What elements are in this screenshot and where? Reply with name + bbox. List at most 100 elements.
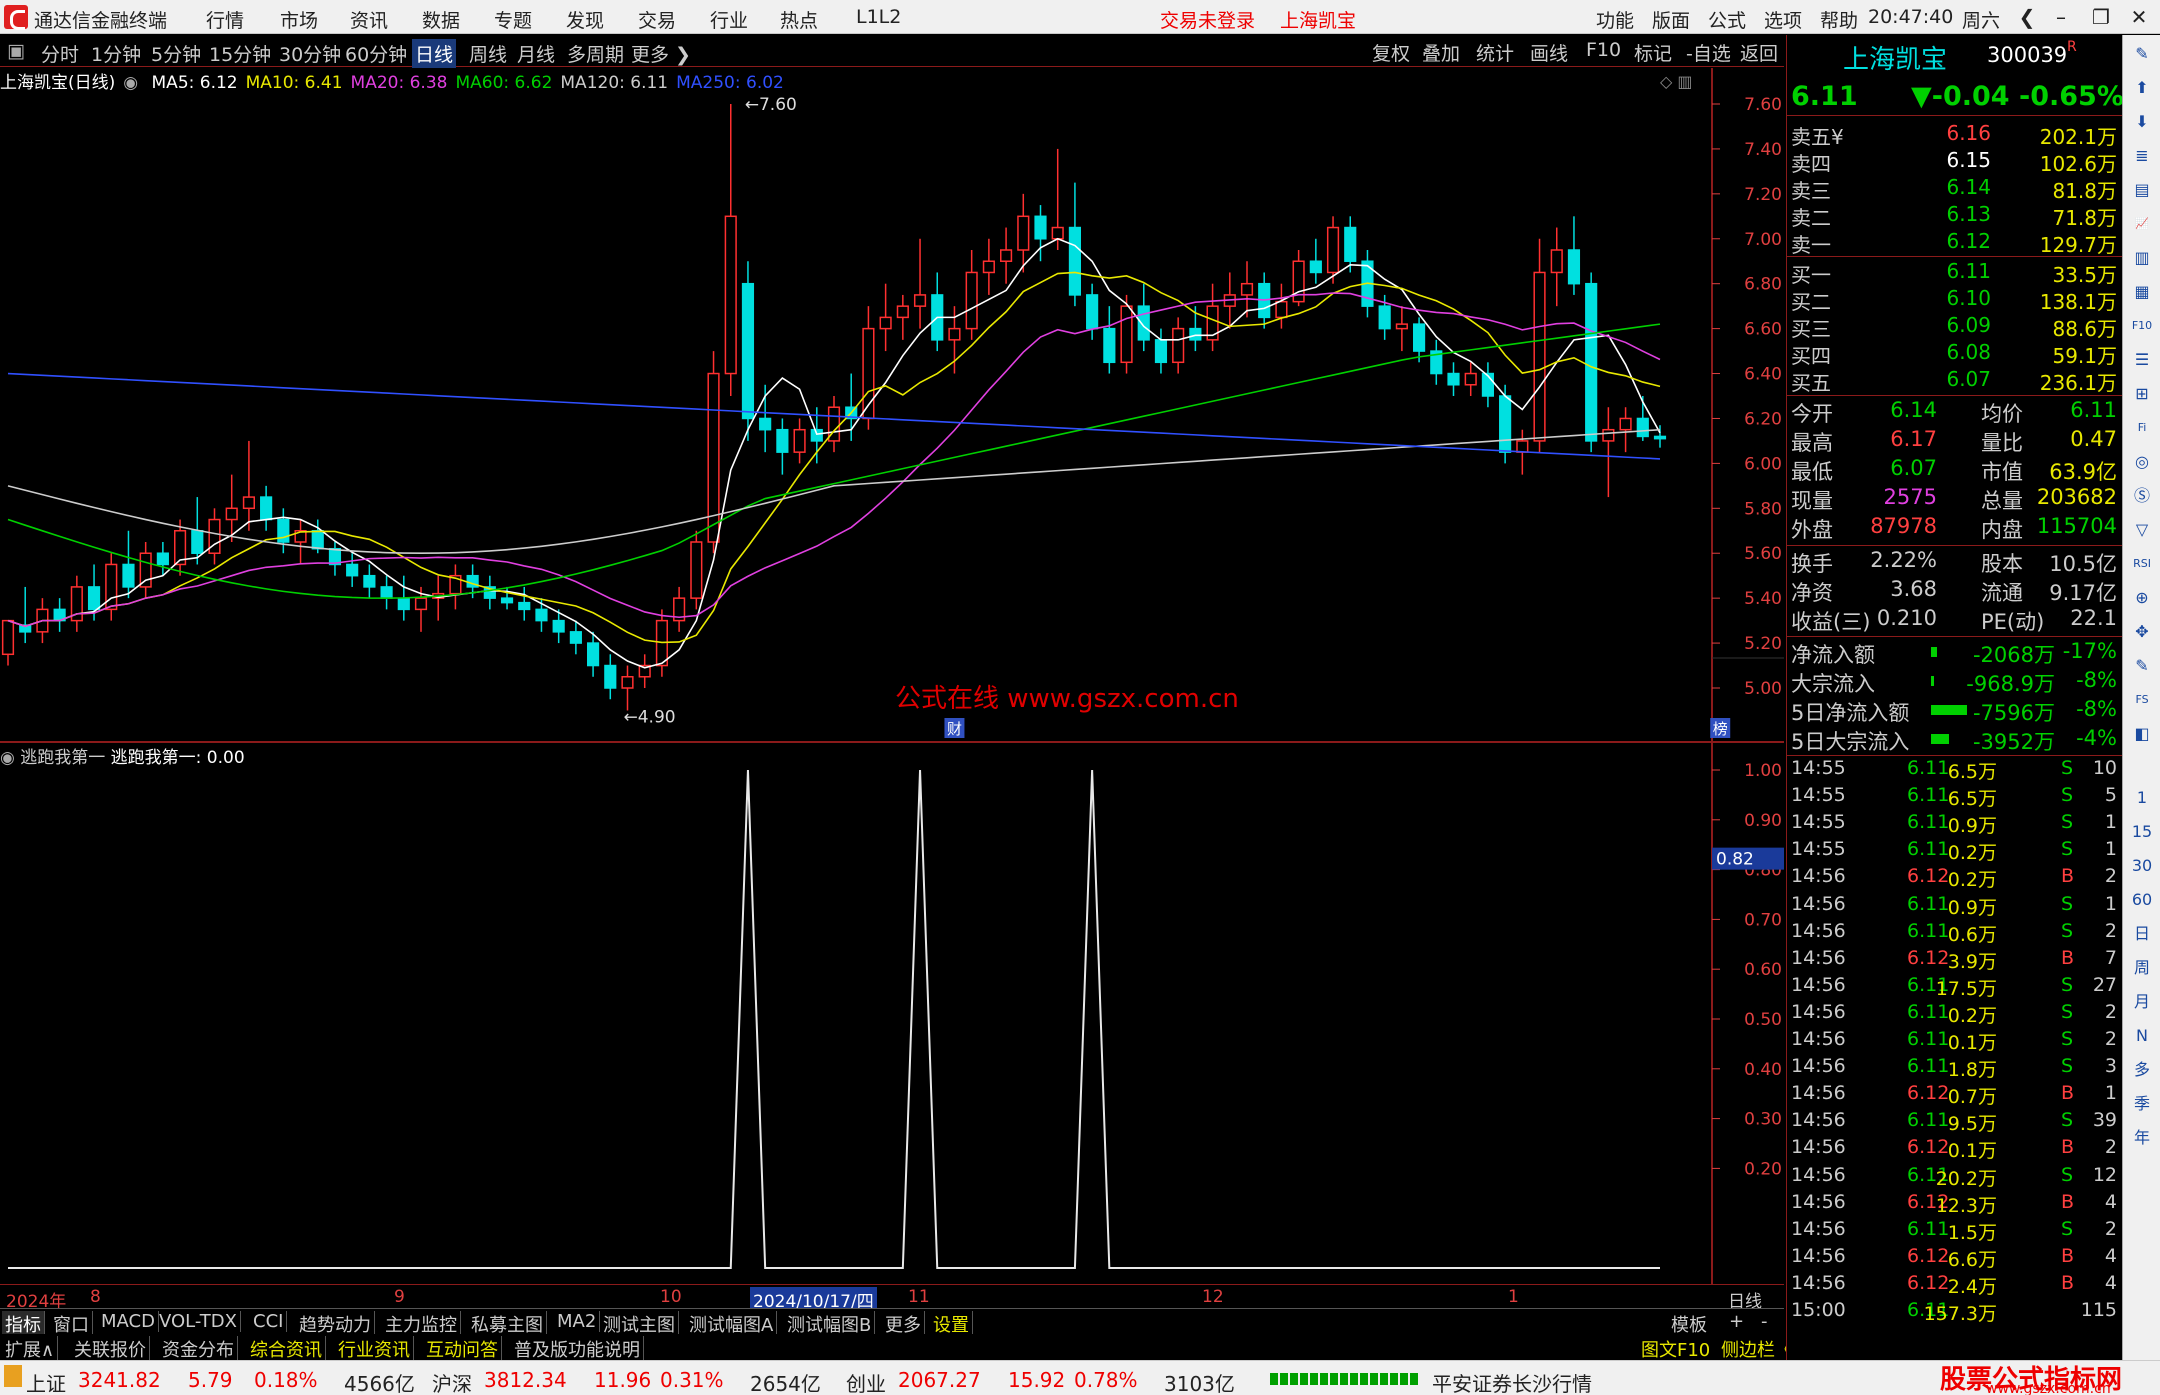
side-s-circle-icon[interactable]: Ⓢ <box>2129 483 2155 509</box>
right-menu-1[interactable]: 版面 <box>1652 6 1690 33</box>
info-tab-2[interactable]: 资金分布 <box>159 1336 238 1362</box>
side-filter-icon[interactable]: ▽ <box>2129 517 2155 543</box>
index-name-2[interactable]: 创业 <box>846 1368 886 1395</box>
side-table-icon[interactable]: ▦ <box>2129 279 2155 305</box>
tick-time: 14:56 <box>1791 946 1846 969</box>
side-grid-icon[interactable]: ▤ <box>2129 177 2155 203</box>
menu-4[interactable]: 专题 <box>494 6 532 33</box>
side-period-1[interactable]: 15 <box>2129 819 2155 845</box>
side-split-icon[interactable]: ◧ <box>2129 721 2155 747</box>
period-0[interactable]: 分时 <box>38 39 82 68</box>
period-8[interactable]: 月线 <box>514 39 558 68</box>
toolbar-right-0[interactable]: 复权 <box>1372 39 1410 66</box>
side-list-icon[interactable]: ≣ <box>2129 143 2155 169</box>
side-fi-icon[interactable]: Fi <box>2129 415 2155 441</box>
index-name-0[interactable]: 上证 <box>26 1368 66 1395</box>
status-menu-icon[interactable] <box>4 1365 22 1387</box>
side-period-9[interactable]: 季 <box>2129 1091 2155 1117</box>
info-tab-6[interactable]: 普及版功能说明 <box>511 1336 644 1362</box>
settings-icon[interactable]: ◉ <box>123 73 138 93</box>
side-period-4[interactable]: 日 <box>2129 921 2155 947</box>
menu-6[interactable]: 交易 <box>638 6 676 33</box>
period-2[interactable]: 5分钟 <box>148 39 204 68</box>
minimize-icon[interactable]: – <box>2044 2 2078 32</box>
info-tab-3[interactable]: 综合资讯 <box>247 1336 326 1362</box>
menu-2[interactable]: 资讯 <box>350 6 388 33</box>
chart-canvas[interactable]: 7.60 7.40 7.20 7.00 6.80 6.60 6.40 6.20 6.00 5.80… <box>0 68 1784 1284</box>
indicator-tab-3[interactable]: VOL-TDX <box>156 1311 241 1332</box>
indicator-settings-icon[interactable]: ◉ <box>0 748 15 768</box>
side-period-3[interactable]: 60 <box>2129 887 2155 913</box>
side-draw-icon[interactable]: ✎ <box>2129 41 2155 67</box>
side-period-7[interactable]: N <box>2129 1023 2155 1049</box>
toolbar-right-1[interactable]: 叠加 <box>1422 39 1460 66</box>
indicator-tab-8[interactable]: MA2 <box>554 1311 601 1332</box>
side-move-icon[interactable]: ✥ <box>2129 619 2155 645</box>
menu-0[interactable]: 行情 <box>206 6 244 33</box>
restore-icon[interactable]: ❐ <box>2084 2 2118 32</box>
menu-8[interactable]: 热点 <box>780 6 818 33</box>
period-3[interactable]: 15分钟 <box>206 39 274 68</box>
side-period-0[interactable]: 1 <box>2129 785 2155 811</box>
ask-row-3: 卖二 6.13 71.8万 <box>1791 202 2117 230</box>
info-tab-5[interactable]: 互动问答 <box>423 1336 502 1362</box>
tabs2-right-0[interactable]: 图文F10 <box>1638 1336 1713 1362</box>
tabs1-right-1[interactable]: + <box>1726 1311 1747 1332</box>
right-menu-4[interactable]: 帮助 <box>1820 6 1858 33</box>
side-chart-icon[interactable]: 📈 <box>2129 211 2155 237</box>
side-period-10[interactable]: 年 <box>2129 1125 2155 1151</box>
menu-7[interactable]: 行业 <box>710 6 748 33</box>
period-7[interactable]: 周线 <box>466 39 510 68</box>
side-target-icon[interactable]: ◎ <box>2129 449 2155 475</box>
side-up-icon[interactable]: ⬆ <box>2129 75 2155 101</box>
indicator-tab-4[interactable]: CCI <box>250 1311 288 1332</box>
toolbar-right-4[interactable]: F10 <box>1586 39 1621 61</box>
back-icon[interactable]: ❮ <box>2010 2 2044 32</box>
period-1[interactable]: 1分钟 <box>88 39 144 68</box>
period-4[interactable]: 30分钟 <box>276 39 344 68</box>
toolbar-menu-icon[interactable]: ▣ <box>4 39 28 63</box>
candle-body <box>1189 327 1202 341</box>
indicator-tab-2[interactable]: MACD <box>98 1311 159 1332</box>
collapse-icon[interactable]: ◇ ▥ <box>1660 72 1693 91</box>
tabs2-right-1[interactable]: 侧边栏《 <box>1718 1336 1796 1362</box>
side-f10-icon[interactable]: F10 <box>2129 313 2155 339</box>
menu-3[interactable]: 数据 <box>422 6 460 33</box>
period-9[interactable]: 多周期 <box>564 39 627 68</box>
side-menu-icon[interactable]: ☰ <box>2129 347 2155 373</box>
info-tab-0[interactable]: 扩展∧ <box>2 1336 59 1362</box>
period-10[interactable]: 更多 ❯ <box>628 39 694 68</box>
side-period-5[interactable]: 周 <box>2129 955 2155 981</box>
tabs1-right-2[interactable]: - <box>1758 1311 1771 1332</box>
toolbar-right-2[interactable]: 统计 <box>1476 39 1514 66</box>
login-status[interactable]: 交易未登录 <box>1160 6 1255 33</box>
side-plus-icon[interactable]: ⊕ <box>2129 585 2155 611</box>
side-rsi-icon[interactable]: RSI <box>2129 551 2155 577</box>
side-period-6[interactable]: 月 <box>2129 989 2155 1015</box>
info-tab-4[interactable]: 行业资讯 <box>335 1336 414 1362</box>
period-6[interactable]: 日线 <box>412 39 457 68</box>
info-tab-1[interactable]: 关联报价 <box>71 1336 150 1362</box>
period-5[interactable]: 60分钟 <box>342 39 410 68</box>
side-down-icon[interactable]: ⬇ <box>2129 109 2155 135</box>
toolbar-right-5[interactable]: 标记 <box>1634 39 1672 66</box>
side-pen-icon[interactable]: ✎ <box>2129 653 2155 679</box>
index-name-1[interactable]: 沪深 <box>432 1368 472 1395</box>
menu-1[interactable]: 市场 <box>280 6 318 33</box>
side-period-2[interactable]: 30 <box>2129 853 2155 879</box>
close-icon[interactable]: ✕ <box>2122 2 2156 32</box>
right-menu-0[interactable]: 功能 <box>1596 6 1634 33</box>
side-fs-icon[interactable]: FS <box>2129 687 2155 713</box>
menu-5[interactable]: 发现 <box>566 6 604 33</box>
toolbar-right-6[interactable]: -自选 <box>1686 39 1731 66</box>
toolbar-right-3[interactable]: 画线 <box>1530 39 1568 66</box>
right-menu-2[interactable]: 公式 <box>1708 6 1746 33</box>
toolbar-right-7[interactable]: 返回 <box>1740 39 1778 66</box>
menu-9[interactable]: L1L2 <box>856 6 901 28</box>
side-panel-icon[interactable]: ⊞ <box>2129 381 2155 407</box>
right-menu-3[interactable]: 选项 <box>1764 6 1802 33</box>
margin-badge: R <box>2067 39 2077 55</box>
side-period-8[interactable]: 多 <box>2129 1057 2155 1083</box>
tick-count: 12 <box>2092 1163 2117 1186</box>
side-bars-icon[interactable]: ▥ <box>2129 245 2155 271</box>
